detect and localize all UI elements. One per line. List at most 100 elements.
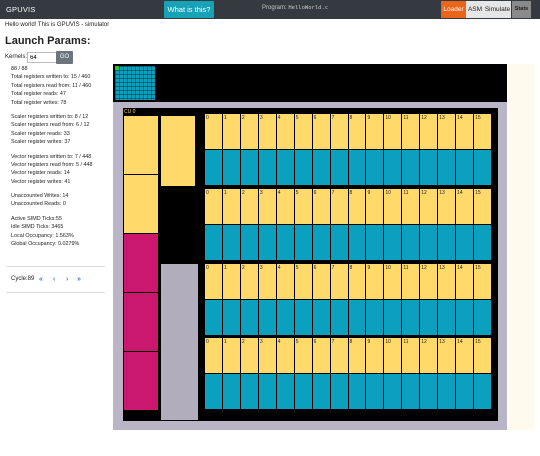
lane-number: 3 — [259, 190, 263, 196]
lane-register: 1 — [222, 189, 240, 224]
lane-register: 13 — [438, 189, 456, 224]
lane-register — [402, 225, 420, 260]
simulate-button[interactable]: Simulate — [484, 1, 511, 18]
lane-register: 10 — [384, 189, 402, 224]
lane-register — [240, 374, 258, 409]
loader-button[interactable]: Loader — [441, 1, 466, 18]
lane-number: 15 — [475, 339, 481, 345]
prev-cycle-button[interactable]: ‹ — [53, 276, 55, 283]
stat-line: Vector register writes: 41 — [11, 178, 71, 185]
lane-register: 8 — [348, 338, 366, 373]
lane-register — [420, 300, 438, 335]
lane-register: 12 — [420, 189, 438, 224]
lane-number: 11 — [403, 115, 409, 121]
stat-line: Total registers written to: 15 / 460 — [11, 74, 91, 81]
about-button[interactable]: What is this? — [164, 1, 214, 18]
lane-register: 3 — [258, 114, 276, 149]
lane-register — [330, 225, 348, 260]
lane-register — [438, 150, 456, 185]
last-cycle-button[interactable]: » — [77, 276, 81, 283]
lane-register — [420, 225, 438, 260]
lane-register: 9 — [366, 114, 384, 149]
lane-register: 7 — [330, 338, 348, 373]
launch-params-heading: Launch Params: — [5, 35, 91, 47]
first-cycle-button[interactable]: « — [39, 276, 43, 283]
stat-line: Idle SIMD Ticks: 3465 — [11, 224, 64, 231]
lane-number: 13 — [439, 339, 445, 345]
lane-register — [222, 150, 240, 185]
lane-number: 15 — [475, 265, 481, 271]
lane-register — [294, 300, 312, 335]
lane-number: 2 — [241, 190, 245, 196]
lane-register: 0 — [205, 338, 222, 373]
stats-panel: 88 / 88 Total registers written to: 15 / … — [11, 65, 111, 248]
lane-number: 12 — [421, 190, 427, 196]
lane-register — [205, 150, 222, 185]
lane-register: 0 — [205, 114, 222, 149]
stat-line: Total register reads: 47 — [11, 91, 66, 98]
scheduler-slot — [124, 293, 158, 351]
program-label: Program: HelloWorld.c — [262, 5, 328, 11]
lane-number: 3 — [259, 265, 263, 271]
lane-number: 9 — [367, 190, 371, 196]
stats-button[interactable]: Stats — [512, 1, 531, 18]
lane-register: 10 — [384, 114, 402, 149]
lane-register: 0 — [205, 264, 222, 299]
lane-register: 13 — [438, 338, 456, 373]
scalar-unit — [161, 116, 195, 186]
lane-number: 8 — [349, 115, 353, 121]
lane-register: 2 — [240, 338, 258, 373]
brand[interactable]: GPUVIS — [6, 5, 36, 14]
lane-register — [276, 300, 294, 335]
kernels-input[interactable] — [27, 52, 57, 63]
lane-register: 6 — [312, 264, 330, 299]
lane-register — [312, 225, 330, 260]
lane-register: 4 — [276, 114, 294, 149]
lane-number: 4 — [277, 339, 281, 345]
lane-register: 5 — [294, 338, 312, 373]
lane-register: 13 — [438, 114, 456, 149]
lane-register — [384, 225, 402, 260]
program-prefix: Program: — [262, 5, 287, 11]
lane-register: 9 — [366, 264, 384, 299]
scheduler-slot — [124, 352, 158, 410]
lane-number: 12 — [421, 265, 427, 271]
lane-register: 4 — [276, 189, 294, 224]
lane-register — [258, 150, 276, 185]
lane-register — [258, 374, 276, 409]
lane-number: 1 — [223, 339, 227, 345]
lane-register — [330, 300, 348, 335]
lane-number: 3 — [259, 115, 263, 121]
lane-register: 1 — [222, 114, 240, 149]
asm-button[interactable]: ASM — [466, 1, 484, 18]
stat-line: Scaler register writes: 37 — [11, 139, 71, 146]
lane-register — [294, 374, 312, 409]
lane-number: 1 — [223, 190, 227, 196]
lane-number: 10 — [385, 265, 391, 271]
next-cycle-button[interactable]: › — [66, 276, 68, 283]
lane-register — [474, 150, 491, 185]
lane-register — [276, 150, 294, 185]
lane-register — [474, 300, 491, 335]
kernels-label: Kernels: — [5, 54, 28, 60]
lane-number: 7 — [331, 265, 335, 271]
lane-register — [205, 225, 222, 260]
lane-number: 10 — [385, 339, 391, 345]
lane-register: 14 — [456, 189, 474, 224]
stat-line: 88 / 88 — [11, 66, 28, 72]
lane-number: 5 — [295, 339, 299, 345]
lane-register — [205, 374, 222, 409]
go-button[interactable]: GO — [56, 51, 73, 64]
lane-register — [384, 374, 402, 409]
navbar: GPUVIS What is this? Program: HelloWorld… — [0, 0, 540, 19]
lane-number: 6 — [313, 115, 317, 121]
lane-register: 15 — [474, 114, 491, 149]
lane-number: 14 — [457, 190, 463, 196]
lane-register: 0 — [205, 189, 222, 224]
lane-register — [312, 300, 330, 335]
lane-register — [330, 374, 348, 409]
lane-register — [258, 300, 276, 335]
lane-register: 14 — [456, 264, 474, 299]
lane-register: 7 — [330, 189, 348, 224]
lane-register: 12 — [420, 338, 438, 373]
